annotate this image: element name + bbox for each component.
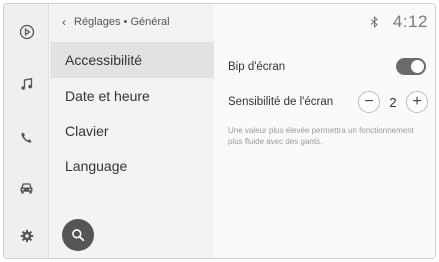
breadcrumb-text: Réglages • Général — [74, 16, 170, 28]
phone-button[interactable] — [4, 117, 49, 157]
search-icon — [72, 229, 85, 242]
media-source-button[interactable] — [4, 12, 49, 52]
clock: 4:12 — [392, 12, 428, 31]
menu-item-date-heure[interactable]: Date et heure — [50, 78, 214, 114]
left-rail — [4, 4, 49, 258]
plus-icon: + — [412, 93, 422, 110]
music-button[interactable] — [4, 64, 49, 104]
increase-button[interactable]: + — [406, 91, 428, 113]
status-bar: 4:12 — [370, 12, 428, 32]
screen-frame: ‹ Réglages • Général Accessibilité Date … — [3, 3, 436, 259]
beep-label: Bip d'écran — [228, 61, 286, 73]
media-source-icon — [19, 24, 34, 40]
chevron-left-icon: ‹ — [62, 15, 66, 29]
menu-item-clavier[interactable]: Clavier — [50, 113, 214, 149]
settings-button[interactable] — [4, 216, 49, 256]
music-note-icon — [20, 78, 32, 90]
menu-item-label: Clavier — [65, 123, 109, 139]
phone-icon — [21, 132, 32, 143]
search-button[interactable] — [62, 219, 94, 251]
menu-item-label: Accessibilité — [65, 52, 143, 68]
menu-item-accessibilite[interactable]: Accessibilité — [50, 42, 214, 78]
sensitivity-stepper: − 2 + — [358, 91, 428, 113]
bluetooth-icon — [370, 16, 378, 28]
sensitivity-label: Sensibilité de l'écran — [228, 96, 334, 108]
decrease-button[interactable]: − — [358, 91, 380, 113]
car-icon — [20, 182, 33, 194]
minus-icon: − — [364, 93, 374, 110]
toggle-knob — [411, 60, 424, 73]
menu-item-language[interactable]: Language — [50, 148, 214, 184]
menu-item-label: Language — [65, 158, 128, 174]
accessibility-panel: 4:12 Bip d'écran Sensibilité de l'écran … — [214, 4, 435, 258]
car-button[interactable] — [4, 168, 49, 208]
menu-item-label: Date et heure — [65, 88, 150, 104]
settings-gear-icon — [20, 229, 33, 243]
breadcrumb[interactable]: ‹ Réglages • Général — [62, 14, 170, 30]
beep-toggle[interactable] — [396, 58, 426, 75]
sensitivity-hint: Une valeur plus élevée permettra un fonc… — [228, 126, 414, 146]
settings-menu: ‹ Réglages • Général Accessibilité Date … — [50, 4, 214, 258]
sensitivity-value: 2 — [389, 94, 397, 110]
